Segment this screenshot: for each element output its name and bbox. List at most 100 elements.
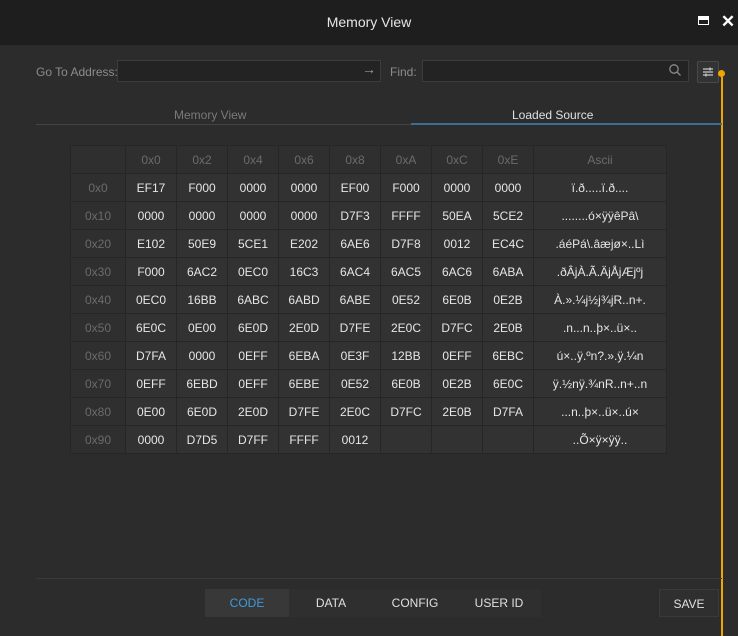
- memory-cell[interactable]: 50E9: [176, 229, 228, 258]
- memory-cell[interactable]: 6E0B: [431, 285, 483, 314]
- save-button[interactable]: SAVE: [659, 589, 719, 617]
- memory-cell[interactable]: 6ABC: [227, 285, 279, 314]
- maximize-icon[interactable]: [696, 13, 714, 31]
- memory-cell[interactable]: D7FE: [329, 313, 381, 342]
- ascii-cell: ..Õ×ÿ×ÿÿ..: [533, 425, 667, 454]
- memory-cell[interactable]: 6ABD: [278, 285, 330, 314]
- memory-cell[interactable]: 0EC0: [125, 285, 177, 314]
- memory-cell[interactable]: E202: [278, 229, 330, 258]
- memory-cell[interactable]: 0E52: [380, 285, 432, 314]
- memory-cell[interactable]: 0000: [125, 201, 177, 230]
- memory-cell[interactable]: 0000: [176, 341, 228, 370]
- memory-cell[interactable]: F000: [380, 173, 432, 202]
- search-icon[interactable]: [668, 63, 682, 77]
- memory-cell[interactable]: 16C3: [278, 257, 330, 286]
- memory-cell[interactable]: 6EBE: [278, 369, 330, 398]
- memory-cell[interactable]: D7FF: [227, 425, 279, 454]
- memory-cell[interactable]: 0000: [227, 201, 279, 230]
- memory-cell[interactable]: 0E2B: [431, 369, 483, 398]
- memory-cell[interactable]: 0000: [176, 201, 228, 230]
- memory-row: 0x50 6E0C 0E00 6E0D 2E0D D7FE 2E0C D7FC 2E0B .n..…: [70, 313, 667, 342]
- memory-cell[interactable]: 6E0C: [482, 369, 534, 398]
- memory-cell[interactable]: D7D5: [176, 425, 228, 454]
- memory-cell[interactable]: 2E0C: [329, 397, 381, 426]
- mode-tab-data[interactable]: DATA: [289, 589, 373, 617]
- memory-cell[interactable]: 50EA: [431, 201, 483, 230]
- memory-cell[interactable]: EC4C: [482, 229, 534, 258]
- memory-cell[interactable]: 5CE1: [227, 229, 279, 258]
- tab-loaded-source[interactable]: Loaded Source: [512, 108, 593, 122]
- memory-cell[interactable]: 6E0C: [125, 313, 177, 342]
- memory-cell[interactable]: D7FA: [125, 341, 177, 370]
- memory-cell[interactable]: 0E00: [125, 397, 177, 426]
- memory-cell[interactable]: 0012: [431, 229, 483, 258]
- memory-cell[interactable]: 0E00: [176, 313, 228, 342]
- grid-corner: [70, 145, 126, 174]
- memory-cell[interactable]: D7FA: [482, 397, 534, 426]
- memory-cell[interactable]: 0000: [431, 173, 483, 202]
- memory-cell[interactable]: [380, 425, 432, 454]
- memory-cell[interactable]: 2E0B: [482, 313, 534, 342]
- memory-cell[interactable]: EF00: [329, 173, 381, 202]
- memory-cell[interactable]: [482, 425, 534, 454]
- memory-cell[interactable]: 0EC0: [227, 257, 279, 286]
- memory-cell[interactable]: 0012: [329, 425, 381, 454]
- memory-cell[interactable]: 6EBD: [176, 369, 228, 398]
- memory-cell[interactable]: 0E3F: [329, 341, 381, 370]
- tab-memory-view[interactable]: Memory View: [174, 108, 246, 122]
- memory-cell[interactable]: 6AE6: [329, 229, 381, 258]
- memory-cell[interactable]: D7FE: [278, 397, 330, 426]
- find-input[interactable]: [422, 60, 689, 82]
- memory-cell[interactable]: F000: [176, 173, 228, 202]
- arrow-right-icon[interactable]: →: [362, 61, 376, 77]
- memory-cell[interactable]: 0EFF: [125, 369, 177, 398]
- memory-cell[interactable]: 16BB: [176, 285, 228, 314]
- memory-cell[interactable]: 0EFF: [431, 341, 483, 370]
- memory-cell[interactable]: D7F3: [329, 201, 381, 230]
- memory-cell[interactable]: 6AC5: [380, 257, 432, 286]
- memory-cell[interactable]: EF17: [125, 173, 177, 202]
- memory-cell[interactable]: 0EFF: [227, 369, 279, 398]
- memory-cell[interactable]: D7FC: [431, 313, 483, 342]
- filter-settings-button[interactable]: [697, 61, 719, 83]
- memory-cell[interactable]: 2E0C: [380, 313, 432, 342]
- ascii-cell: .áéPá\.âæjø×..Lì: [533, 229, 667, 258]
- memory-cell[interactable]: 6AC6: [431, 257, 483, 286]
- memory-cell[interactable]: 6AC4: [329, 257, 381, 286]
- memory-cell[interactable]: 0EFF: [227, 341, 279, 370]
- memory-cell[interactable]: 2E0B: [431, 397, 483, 426]
- memory-cell[interactable]: FFFF: [278, 425, 330, 454]
- memory-cell[interactable]: [431, 425, 483, 454]
- address-input[interactable]: [117, 60, 381, 82]
- memory-cell[interactable]: 2E0D: [227, 397, 279, 426]
- memory-cell[interactable]: 6ABE: [329, 285, 381, 314]
- memory-cell[interactable]: D7FC: [380, 397, 432, 426]
- close-icon[interactable]: ✕: [719, 13, 737, 31]
- mode-tab-user-id[interactable]: USER ID: [457, 589, 541, 617]
- memory-cell[interactable]: 6E0D: [227, 313, 279, 342]
- memory-cell[interactable]: 6EBC: [482, 341, 534, 370]
- memory-cell[interactable]: 0000: [278, 173, 330, 202]
- memory-row: 0x30 F000 6AC2 0EC0 16C3 6AC4 6AC5 6AC6 6ABA .ðÂj…: [70, 257, 667, 286]
- memory-cell[interactable]: F000: [125, 257, 177, 286]
- memory-cell[interactable]: 0000: [227, 173, 279, 202]
- memory-cell[interactable]: 0E52: [329, 369, 381, 398]
- memory-cell[interactable]: 6AC2: [176, 257, 228, 286]
- memory-cell[interactable]: 0E2B: [482, 285, 534, 314]
- memory-cell[interactable]: 0000: [278, 201, 330, 230]
- memory-cell[interactable]: FFFF: [380, 201, 432, 230]
- memory-cell[interactable]: 12BB: [380, 341, 432, 370]
- memory-cell[interactable]: 6E0B: [380, 369, 432, 398]
- memory-cell[interactable]: 6E0D: [176, 397, 228, 426]
- memory-cell[interactable]: 6ABA: [482, 257, 534, 286]
- memory-cell[interactable]: 0000: [125, 425, 177, 454]
- mode-tab-code[interactable]: CODE: [205, 589, 289, 617]
- memory-cell[interactable]: 5CE2: [482, 201, 534, 230]
- mode-tab-config[interactable]: CONFIG: [373, 589, 457, 617]
- memory-cell[interactable]: E102: [125, 229, 177, 258]
- memory-cell[interactable]: D7F8: [380, 229, 432, 258]
- memory-cell[interactable]: 6EBA: [278, 341, 330, 370]
- memory-cell[interactable]: 2E0D: [278, 313, 330, 342]
- memory-row: 0x80 0E00 6E0D 2E0D D7FE 2E0C D7FC 2E0B D7FA ...n…: [70, 397, 667, 426]
- memory-cell[interactable]: 0000: [482, 173, 534, 202]
